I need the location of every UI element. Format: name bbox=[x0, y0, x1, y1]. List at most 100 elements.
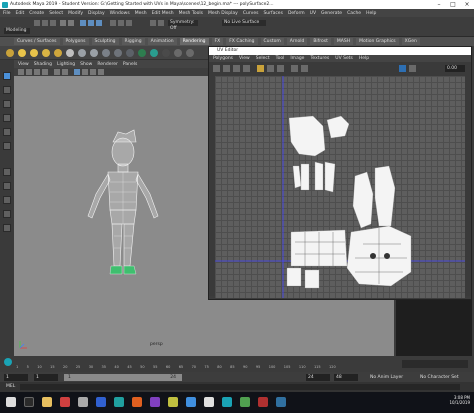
uv-grid-icon[interactable] bbox=[267, 65, 274, 72]
area-light-icon[interactable] bbox=[54, 49, 62, 57]
viewport-menu-show[interactable]: Show bbox=[80, 62, 92, 67]
shelf-tab-rigging[interactable]: Rigging bbox=[121, 38, 145, 45]
symmetry-dropdown[interactable]: Symmetry: Off bbox=[168, 20, 198, 31]
menu-edit[interactable]: Edit bbox=[16, 11, 25, 16]
file-explorer-icon[interactable] bbox=[42, 397, 52, 407]
maya-taskbar-icon[interactable] bbox=[222, 397, 232, 407]
menu-mesh[interactable]: Mesh bbox=[135, 11, 147, 16]
menu-create[interactable]: Create bbox=[29, 11, 44, 16]
shelf-tab-sculpting[interactable]: Sculpting bbox=[91, 38, 119, 45]
shelf-tab-mash[interactable]: MASH bbox=[333, 38, 354, 45]
camera-icon[interactable] bbox=[6, 49, 14, 57]
snap-point-icon[interactable] bbox=[126, 20, 132, 26]
uv-menu-polygons[interactable]: Polygons bbox=[213, 56, 233, 61]
command-input[interactable] bbox=[20, 384, 460, 390]
new-scene-icon[interactable] bbox=[34, 20, 40, 26]
app-icon-12[interactable] bbox=[276, 397, 286, 407]
app-icon-4[interactable] bbox=[114, 397, 124, 407]
menu-select[interactable]: Select bbox=[49, 11, 63, 16]
select-tool-icon[interactable] bbox=[3, 72, 11, 80]
camera-select-icon[interactable] bbox=[18, 69, 24, 75]
bookmark-icon[interactable] bbox=[34, 69, 40, 75]
viewport-menu-shading[interactable]: Shading bbox=[34, 62, 52, 67]
menu-mesh-display[interactable]: Mesh Display bbox=[208, 11, 238, 16]
sphere-icon[interactable] bbox=[66, 49, 74, 57]
menu-uv[interactable]: UV bbox=[310, 11, 316, 16]
render-icon[interactable] bbox=[150, 20, 156, 26]
lights-icon[interactable] bbox=[98, 69, 104, 75]
menu-file[interactable]: File bbox=[3, 11, 11, 16]
hypershade-icon[interactable] bbox=[162, 49, 170, 57]
mel-label[interactable]: MEL bbox=[6, 384, 15, 389]
undo-icon[interactable] bbox=[60, 20, 66, 26]
app-icon-10[interactable] bbox=[240, 397, 250, 407]
app-icon-9[interactable] bbox=[204, 397, 214, 407]
lasso-tool-icon[interactable] bbox=[3, 86, 11, 94]
select-by-component-icon[interactable] bbox=[96, 20, 102, 26]
open-scene-icon[interactable] bbox=[42, 20, 48, 26]
camera-attributes-icon[interactable] bbox=[26, 69, 32, 75]
uv-select-icon[interactable] bbox=[213, 65, 220, 72]
range-slider[interactable]: 1 24 bbox=[64, 374, 182, 381]
viewport-menu-renderer[interactable]: Renderer bbox=[97, 62, 118, 67]
live-surface-field[interactable]: No Live Surface bbox=[222, 20, 266, 26]
shelf-tab-fx[interactable]: FX bbox=[211, 38, 224, 45]
uv-menu-help[interactable]: Help bbox=[359, 56, 369, 61]
menu-help[interactable]: Help bbox=[366, 11, 376, 16]
surface-shader-icon[interactable] bbox=[126, 49, 134, 57]
render-view-icon[interactable] bbox=[138, 49, 146, 57]
uv-menu-image[interactable]: Image bbox=[290, 56, 304, 61]
playback-start-field[interactable]: 1 bbox=[34, 374, 58, 381]
shelf-extra2-icon[interactable] bbox=[186, 49, 194, 57]
light-icon[interactable] bbox=[18, 49, 26, 57]
shelf-tab-arnold[interactable]: Arnold bbox=[286, 38, 308, 45]
end-frame-field[interactable]: 48 bbox=[334, 374, 358, 381]
mode-dropdown[interactable]: Modeling bbox=[4, 28, 30, 34]
uv-scale-icon[interactable] bbox=[243, 65, 250, 72]
uv-distortion-icon[interactable] bbox=[291, 65, 298, 72]
start-frame-field[interactable]: 1 bbox=[4, 374, 28, 381]
character-set-dropdown[interactable]: No Character Set bbox=[420, 374, 470, 381]
uv-menu-view[interactable]: View bbox=[239, 56, 250, 61]
app-icon-7[interactable] bbox=[168, 397, 178, 407]
app-icon-8[interactable] bbox=[186, 397, 196, 407]
menu-windows[interactable]: Windows bbox=[110, 11, 130, 16]
app-icon-2[interactable] bbox=[78, 397, 88, 407]
shelf-tab-rendering[interactable]: Rendering bbox=[179, 38, 209, 45]
clock[interactable]: 3:08 PM 10/1/2019 bbox=[430, 395, 470, 405]
uv-grid-canvas[interactable] bbox=[215, 76, 465, 298]
select-by-hierarchy-icon[interactable] bbox=[80, 20, 86, 26]
smooth-shade-icon[interactable] bbox=[82, 69, 88, 75]
material-icon[interactable] bbox=[78, 49, 86, 57]
uv-texture-icon[interactable] bbox=[301, 65, 308, 72]
paint-select-icon[interactable] bbox=[3, 100, 11, 108]
uv-image-range-icon[interactable] bbox=[409, 65, 416, 72]
shelf-tab-motion-graphics[interactable]: Motion Graphics bbox=[356, 38, 399, 45]
uv-checker-icon[interactable] bbox=[257, 65, 264, 72]
persp-graph-layout-icon[interactable] bbox=[3, 210, 11, 218]
viewport-menu-view[interactable]: View bbox=[18, 62, 29, 67]
menu-deform[interactable]: Deform bbox=[288, 11, 305, 16]
menu-cache[interactable]: Cache bbox=[347, 11, 361, 16]
close-button[interactable]: × bbox=[460, 0, 474, 9]
time-slider[interactable]: 1 5 10 15 20 25 30 35 40 45 50 55 60 65 70 75 80 85 90 95 10… bbox=[0, 356, 474, 372]
outliner-icon[interactable] bbox=[3, 224, 11, 232]
move-tool-icon[interactable] bbox=[3, 114, 11, 122]
four-view-layout-icon[interactable] bbox=[3, 182, 11, 190]
blinn-icon[interactable] bbox=[90, 49, 98, 57]
app-icon-11[interactable] bbox=[258, 397, 268, 407]
snap-curve-icon[interactable] bbox=[118, 20, 124, 26]
snap-grid-icon[interactable] bbox=[110, 20, 116, 26]
uv-menu-select[interactable]: Select bbox=[256, 56, 270, 61]
grid-icon[interactable] bbox=[54, 69, 60, 75]
anim-layer-dropdown[interactable]: No Anim Layer bbox=[370, 374, 410, 381]
menu-generate[interactable]: Generate bbox=[321, 11, 342, 16]
menu-surfaces[interactable]: Surfaces bbox=[263, 11, 283, 16]
app-icon-3[interactable] bbox=[96, 397, 106, 407]
save-scene-icon[interactable] bbox=[50, 20, 56, 26]
app-icon-1[interactable] bbox=[60, 397, 70, 407]
uv-menu-uv-sets[interactable]: UV Sets bbox=[335, 56, 353, 61]
menu-modify[interactable]: Modify bbox=[68, 11, 83, 16]
maximize-button[interactable]: □ bbox=[446, 0, 460, 9]
viewport-menu-panels[interactable]: Panels bbox=[123, 62, 137, 67]
